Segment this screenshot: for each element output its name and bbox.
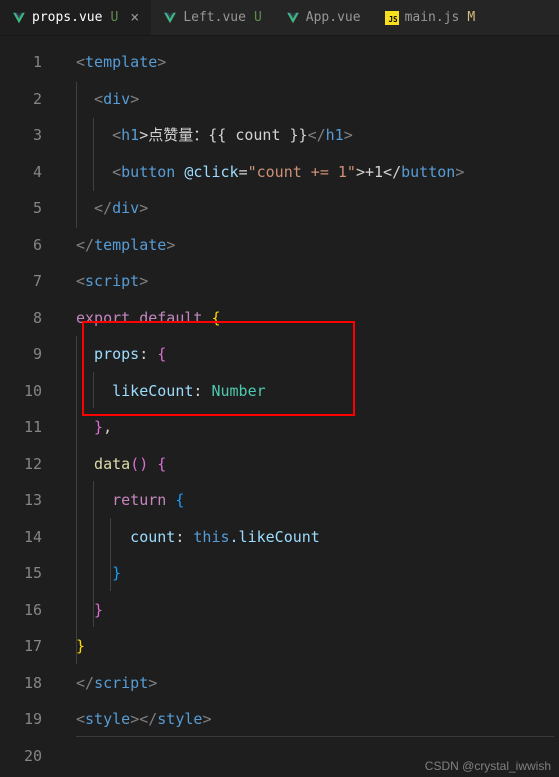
code-line: data() { (60, 446, 559, 483)
tab-label: main.js (405, 10, 460, 25)
code-line: </template> (60, 227, 559, 264)
line-number: 18 (0, 665, 60, 702)
code-line: <style></style> (60, 701, 559, 738)
line-number: 16 (0, 592, 60, 629)
code-line: <h1>点赞量：{{ count }}</h1> (60, 117, 559, 154)
tab-left-vue[interactable]: Left.vue U (151, 0, 273, 35)
line-number: 3 (0, 117, 60, 154)
code-line: </div> (60, 190, 559, 227)
line-number: 2 (0, 81, 60, 118)
line-number: 15 (0, 555, 60, 592)
line-number: 20 (0, 738, 60, 775)
tab-label: props.vue (32, 10, 102, 25)
line-number: 14 (0, 519, 60, 556)
tab-status: M (467, 10, 475, 25)
line-number: 9 (0, 336, 60, 373)
code-line: return { (60, 482, 559, 519)
code-line: props: { (60, 336, 559, 373)
line-gutter: 1 2 3 4 5 6 7 8 9 10 11 12 13 14 15 16 1… (0, 36, 60, 777)
line-number: 4 (0, 154, 60, 191)
vue-icon (163, 11, 177, 25)
tab-main-js[interactable]: JS main.js M (373, 0, 488, 35)
line-number: 5 (0, 190, 60, 227)
line-number: 10 (0, 373, 60, 410)
watermark: CSDN @crystal_iwwish (425, 759, 551, 773)
close-icon[interactable]: × (130, 10, 139, 25)
tab-label: App.vue (306, 10, 361, 25)
code-area[interactable]: <template> <div> <h1>点赞量：{{ count }}</h1… (60, 36, 559, 777)
code-line: } (60, 555, 559, 592)
code-line: } (60, 592, 559, 629)
line-number: 19 (0, 701, 60, 738)
line-number: 12 (0, 446, 60, 483)
line-number: 17 (0, 628, 60, 665)
code-line: <script> (60, 263, 559, 300)
tab-app-vue[interactable]: App.vue (274, 0, 373, 35)
line-number: 11 (0, 409, 60, 446)
tab-bar: props.vue U × Left.vue U App.vue JS main… (0, 0, 559, 36)
code-line: }, (60, 409, 559, 446)
js-icon: JS (385, 11, 399, 25)
code-line: } (60, 628, 559, 665)
line-number: 8 (0, 300, 60, 337)
line-number: 7 (0, 263, 60, 300)
tab-props-vue[interactable]: props.vue U × (0, 0, 151, 35)
line-number: 13 (0, 482, 60, 519)
code-line: <div> (60, 81, 559, 118)
editor: 1 2 3 4 5 6 7 8 9 10 11 12 13 14 15 16 1… (0, 36, 559, 777)
tab-status: U (110, 10, 118, 25)
vue-icon (12, 11, 26, 25)
vue-icon (286, 11, 300, 25)
code-line: <button @click="count += 1">+1</button> (60, 154, 559, 191)
code-line: likeCount: Number (60, 373, 559, 410)
code-line: </script> (60, 665, 559, 702)
cursor-line-indicator (76, 736, 554, 737)
line-number: 6 (0, 227, 60, 264)
svg-text:JS: JS (388, 15, 398, 24)
tab-label: Left.vue (183, 10, 246, 25)
code-line: export default { (60, 300, 559, 337)
code-line: <template> (60, 44, 559, 81)
line-number: 1 (0, 44, 60, 81)
tab-status: U (254, 10, 262, 25)
code-line: count: this.likeCount (60, 519, 559, 556)
